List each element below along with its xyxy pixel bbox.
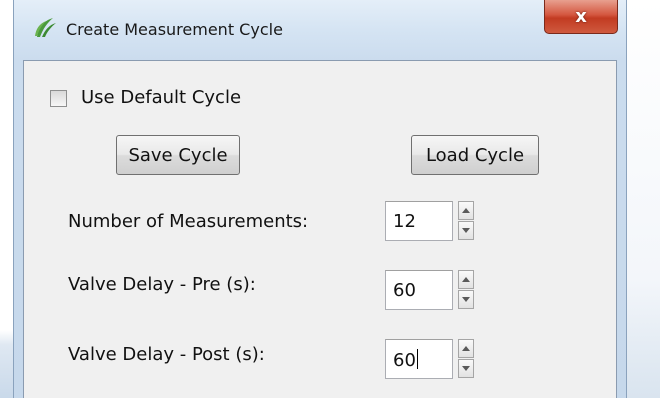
valve-delay-post-stepper[interactable] [458, 339, 474, 379]
desktop-background-left [0, 0, 13, 398]
load-cycle-button[interactable]: Load Cycle [411, 135, 539, 175]
increment-button[interactable] [458, 201, 474, 220]
number-of-measurements-input[interactable]: 12 [385, 201, 453, 241]
valve-delay-post-label: Valve Delay - Post (s): [68, 344, 265, 365]
increment-button[interactable] [458, 339, 474, 358]
valve-delay-pre-input[interactable]: 60 [385, 270, 453, 310]
dialog-content: Use Default Cycle Save Cycle Load Cycle … [23, 60, 617, 398]
valve-delay-post-value: 60 [393, 350, 416, 371]
increment-button[interactable] [458, 270, 474, 289]
chevron-up-icon [462, 277, 470, 282]
dialog-window: Create Measurement Cycle x Use Default C… [13, 0, 627, 398]
number-of-measurements-value: 12 [393, 211, 416, 232]
leaf-logo-icon [33, 15, 57, 39]
chevron-up-icon [462, 346, 470, 351]
number-of-measurements-label: Number of Measurements: [68, 211, 309, 232]
close-button[interactable]: x [544, 0, 618, 34]
close-icon: x [575, 6, 587, 27]
window-title: Create Measurement Cycle [66, 20, 283, 39]
decrement-button[interactable] [458, 290, 474, 309]
chevron-down-icon [462, 366, 470, 371]
decrement-button[interactable] [458, 221, 474, 240]
valve-delay-post-input[interactable]: 60 [385, 339, 453, 379]
desktop-background-right [627, 0, 660, 398]
decrement-button[interactable] [458, 359, 474, 378]
save-cycle-button[interactable]: Save Cycle [116, 135, 240, 175]
chevron-down-icon [462, 297, 470, 302]
chevron-up-icon [462, 208, 470, 213]
number-of-measurements-stepper[interactable] [458, 201, 474, 241]
text-caret [416, 349, 418, 369]
chevron-down-icon [462, 228, 470, 233]
valve-delay-pre-value: 60 [393, 280, 416, 301]
use-default-cycle-checkbox[interactable] [50, 90, 67, 107]
valve-delay-pre-label: Valve Delay - Pre (s): [68, 274, 256, 295]
valve-delay-pre-stepper[interactable] [458, 270, 474, 310]
use-default-cycle-label: Use Default Cycle [81, 87, 242, 108]
